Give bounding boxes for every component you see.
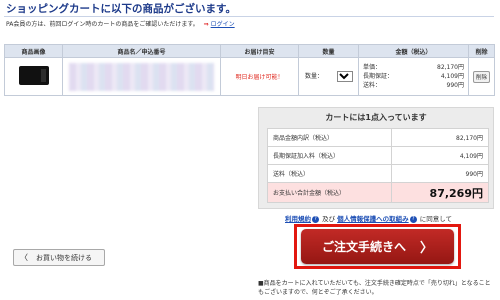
total-row: お支払い合計金額（税込） 87,269円: [266, 182, 489, 203]
login-link[interactable]: ログイン: [211, 21, 235, 28]
help-icon[interactable]: ?: [409, 215, 417, 223]
summary-row: 長期保証加入料（税込） 4,109円: [266, 146, 489, 165]
order-button-label: ご注文手続きへ: [321, 240, 406, 254]
cart-table: 商品画像 商品名／申込番号 お届け目安 数量 金額（税込） 削除 明日お届け可能…: [4, 44, 495, 96]
total-value: 87,269円: [391, 182, 489, 203]
title-divider: [4, 16, 494, 17]
summary-row-value: 82,170円: [391, 128, 489, 147]
product-name-redacted: [69, 62, 214, 91]
summary-title: カートには1点入っています: [325, 113, 427, 122]
delivery-estimate: 明日お届け可能！: [220, 57, 299, 96]
sold-out-notice: ■商品をカートに入れていただいても、注文手続き確定時点で「売り切れ」となることも…: [258, 280, 491, 296]
warranty-value: 4,109円: [440, 73, 464, 80]
table-row: 明日お届け可能！ 数量： 1 単価： 82,170円 長期保証： 4,109円 送…: [4, 57, 495, 96]
summary-table: 商品金額内訳（税込） 82,170円 長期保証加入料（税込） 4,109円 送料…: [266, 128, 489, 203]
quantity-label: 数量：: [305, 73, 324, 80]
column-header-delivery: お届け目安: [220, 44, 299, 58]
warranty-label: 長期保証：: [363, 73, 394, 80]
proceed-to-order-button[interactable]: ご注文手続きへ 〉: [301, 229, 454, 264]
agreement-suffix: に同意して: [419, 215, 453, 223]
column-header-delete: 削除: [468, 44, 495, 58]
summary-row-value: 4,109円: [391, 146, 489, 165]
delete-cell: 削除: [468, 57, 495, 96]
unit-price-row: 単価： 82,170円: [363, 63, 464, 72]
summary-row: 商品金額内訳（税込） 82,170円: [266, 128, 489, 147]
column-header-product: 商品名／申込番号: [62, 44, 221, 58]
warranty-row: 長期保証： 4,109円: [363, 72, 464, 81]
continue-shopping-label: お買い物を続ける: [36, 253, 92, 262]
chevron-left-icon: 〈: [20, 253, 28, 262]
agreement-text: 利用規約? 及び 個人情報保護への取組み? に同意して: [285, 213, 452, 223]
chevron-right-icon: 〉: [420, 241, 434, 256]
summary-row: 送料（税込） 990円: [266, 164, 489, 183]
privacy-link[interactable]: 個人情報保護への取組み: [337, 215, 409, 223]
microwave-oven-image[interactable]: [18, 66, 49, 85]
amount-cell: 単価： 82,170円 長期保証： 4,109円 送料： 990円: [358, 57, 469, 96]
column-header-image: 商品画像: [4, 44, 63, 58]
product-name-cell: [62, 57, 221, 96]
continue-shopping-button[interactable]: 〈 お買い物を続ける: [13, 249, 105, 266]
quantity-cell: 数量： 1: [298, 57, 359, 96]
summary-row-value: 990円: [391, 164, 489, 183]
agreement-connector: 及び: [322, 215, 336, 223]
cart-table-header: 商品画像 商品名／申込番号 お届け目安 数量 金額（税込） 削除: [4, 44, 495, 58]
shipping-label: 送料：: [363, 82, 382, 89]
product-image-cell: [4, 57, 63, 96]
shipping-row: 送料： 990円: [363, 81, 464, 90]
order-summary: カートには1点入っています 商品金額内訳（税込） 82,170円 長期保証加入料…: [258, 107, 494, 209]
shipping-value: 990円: [446, 82, 464, 89]
summary-row-label: 送料（税込）: [266, 164, 393, 183]
column-header-amount: 金額（税込）: [358, 44, 469, 58]
login-notice-text: PA会員の方は、前回ログイン時のカートの商品をご確認いただけます。: [6, 21, 199, 28]
delete-button[interactable]: 削除: [472, 70, 490, 83]
summary-row-label: 商品金額内訳（税込）: [266, 128, 393, 147]
page-title: ショッピングカートに以下の商品がございます。: [6, 3, 236, 15]
column-header-quantity: 数量: [298, 44, 359, 58]
arrow-right-icon: ⇒: [203, 21, 209, 28]
terms-link[interactable]: 利用規約: [285, 215, 311, 223]
unit-price-value: 82,170円: [437, 64, 464, 71]
unit-price-label: 単価：: [363, 64, 382, 71]
quantity-select[interactable]: 1: [337, 71, 354, 82]
login-notice: PA会員の方は、前回ログイン時のカートの商品をご確認いただけます。 ⇒ ログイン: [6, 19, 235, 28]
help-icon[interactable]: ?: [312, 215, 319, 223]
summary-row-label: 長期保証加入料（税込）: [266, 146, 393, 165]
total-label: お支払い合計金額（税込）: [266, 182, 393, 203]
